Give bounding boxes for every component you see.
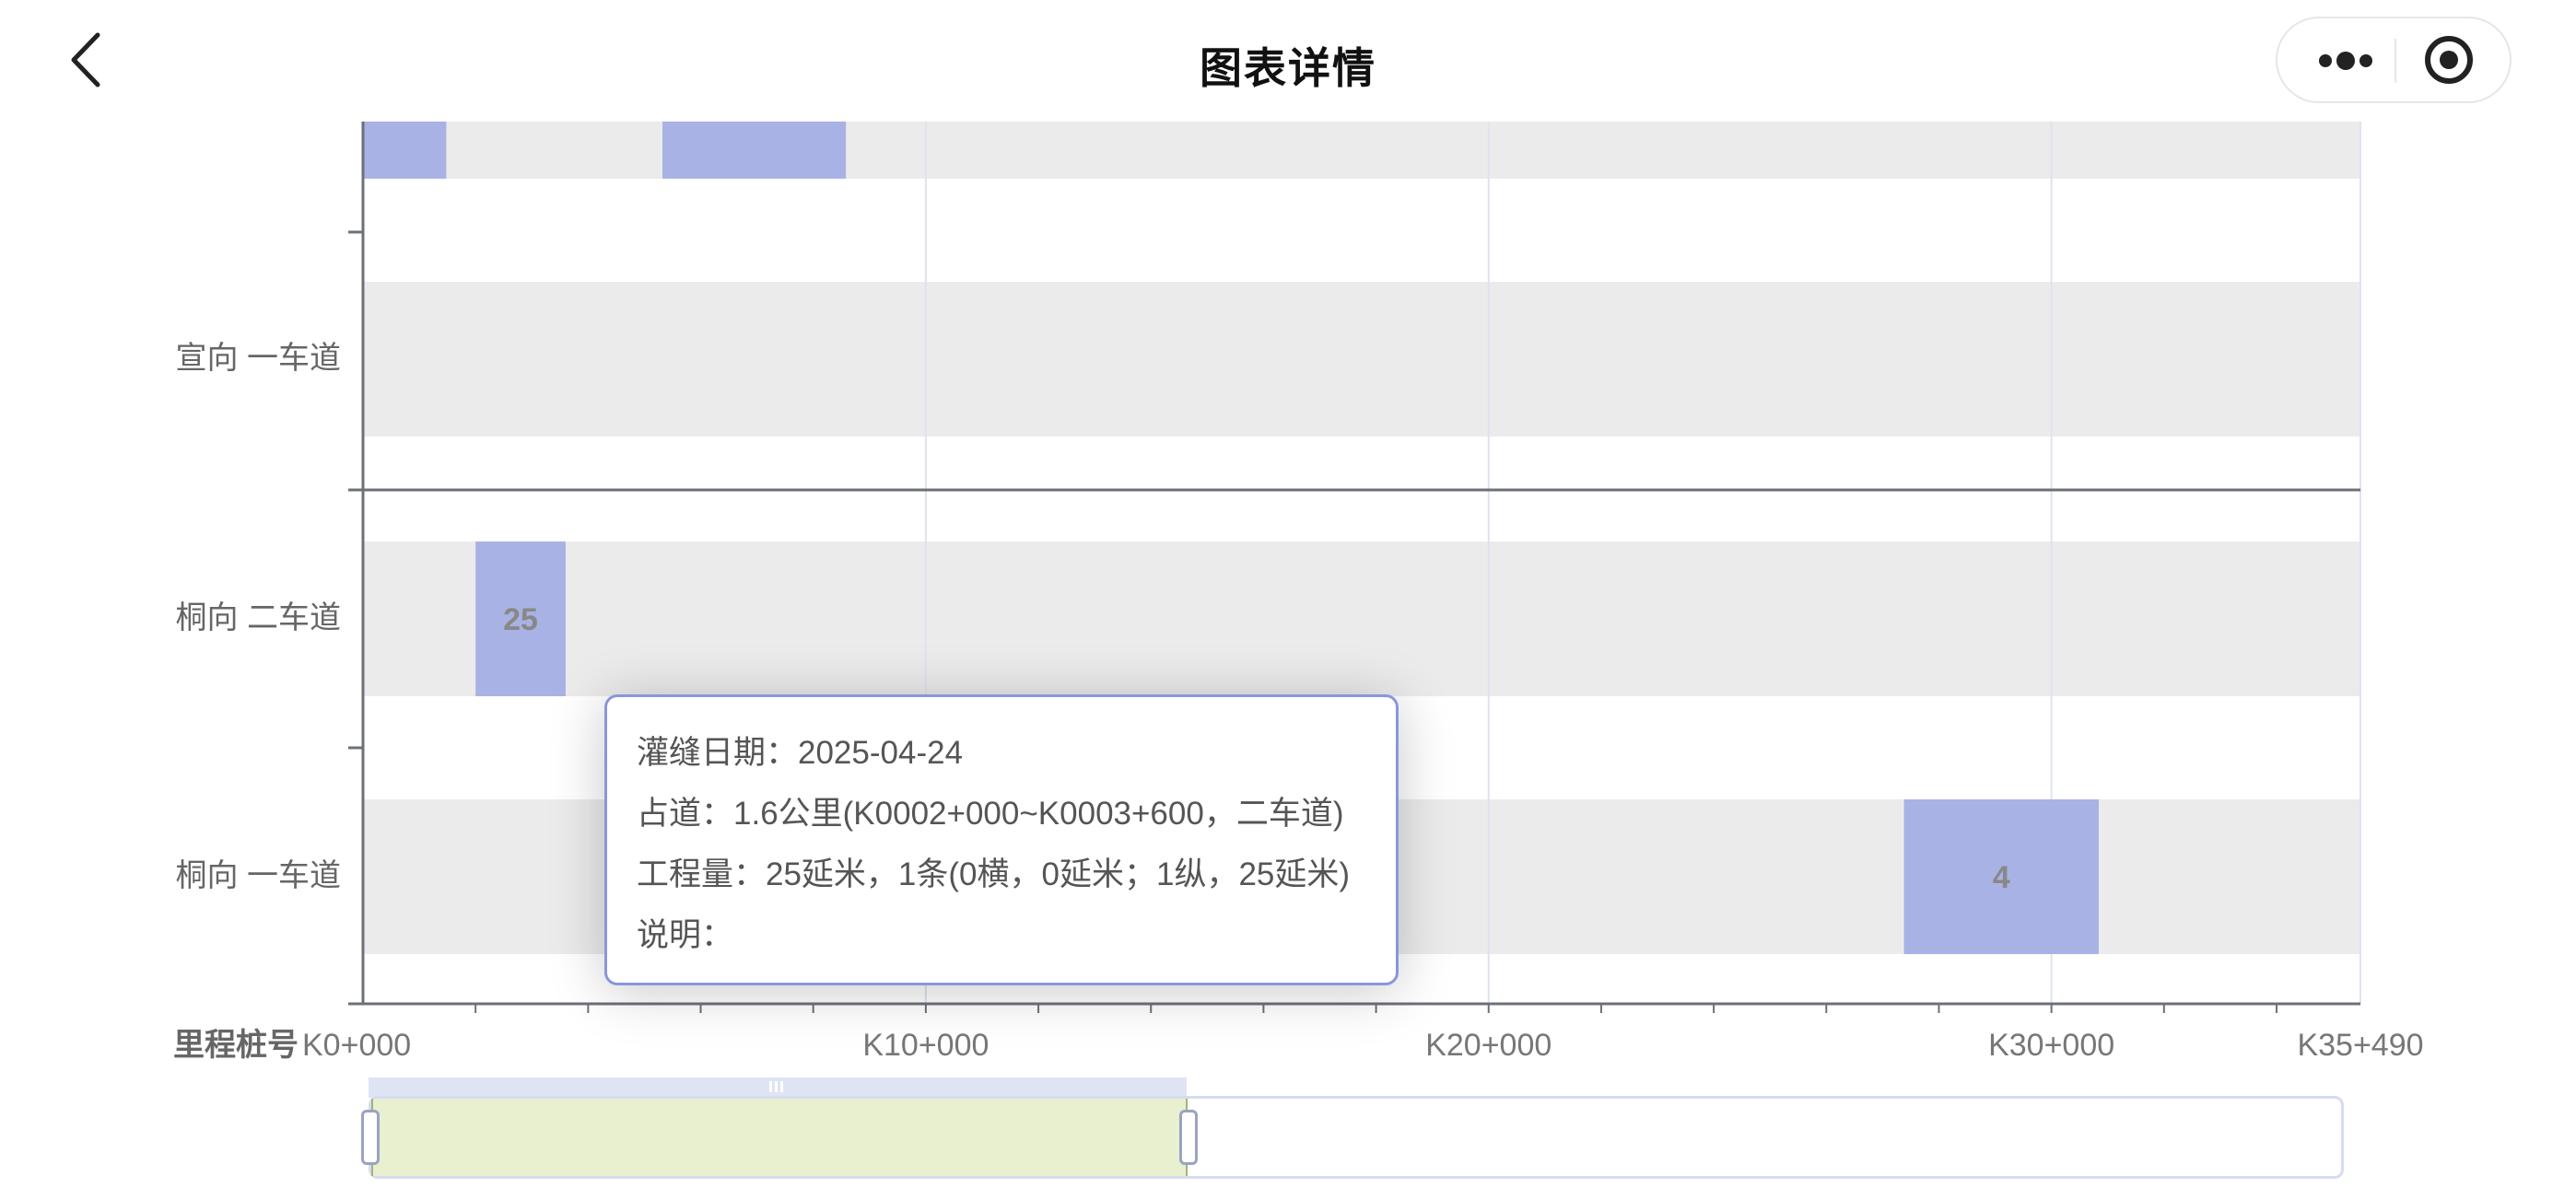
lane-background-1 <box>363 282 2360 437</box>
zoom-handle-start[interactable] <box>361 1110 380 1165</box>
work-bar-1 <box>662 122 847 179</box>
lane-background-2 <box>363 542 2360 696</box>
lane-label-tong-1: 桐向 一车道 <box>176 858 341 893</box>
work-bar-0 <box>363 122 447 179</box>
x-tick-label-3: K30+000 <box>1988 1028 2114 1063</box>
work-bar-label-3: 4 <box>1993 860 2010 895</box>
tooltip-quantity: 工程量：25延米，1条(0横，0延米；1纵，25延米) <box>637 856 1351 892</box>
zoom-selected-range[interactable] <box>371 1099 1188 1176</box>
x-axis-title: 里程桩号 <box>173 1028 299 1063</box>
x-tick-label-4: K35+490 <box>2297 1028 2423 1063</box>
mileage-gantt-chart: 25 4 宣向 一车道 桐向 二车道 桐向 一车道 里程桩号 K0+000 K10+… <box>173 122 2424 1063</box>
tooltip-occupancy: 占道：1.6公里(K0002+000~K0003+600，二车道) <box>637 796 1344 832</box>
bar-tooltip: 灌缝日期：2025-04-24 占道：1.6公里(K0002+000~K0003… <box>604 694 1399 985</box>
x-tick-label-1: K10+000 <box>862 1028 989 1063</box>
lane-label-xuan-1: 宣向 一车道 <box>176 341 341 376</box>
x-tick-label-2: K20+000 <box>1425 1028 1551 1063</box>
zoom-drag-grip-icon[interactable] <box>769 1080 786 1093</box>
tooltip-date: 灌缝日期：2025-04-24 <box>637 735 964 771</box>
zoom-handle-end[interactable] <box>1179 1110 1198 1165</box>
x-tick-label-0: K0+000 <box>302 1028 411 1063</box>
tooltip-note: 说明： <box>637 917 734 953</box>
work-bar-label-2: 25 <box>503 602 538 637</box>
lane-label-tong-2: 桐向 二车道 <box>176 600 341 635</box>
